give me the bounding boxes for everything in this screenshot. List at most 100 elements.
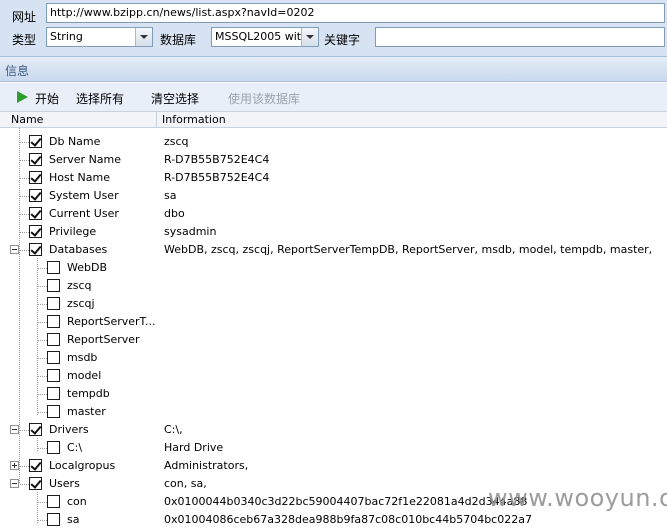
tree-row[interactable]: Server Name R-D7B55B752E4C4 xyxy=(0,151,667,169)
tree-connector xyxy=(20,214,29,215)
row-checkbox[interactable] xyxy=(47,369,60,382)
row-checkbox[interactable] xyxy=(29,171,42,184)
type-select[interactable]: String xyxy=(46,27,153,47)
url-label: 网址 xyxy=(12,10,37,24)
tree-connector xyxy=(38,520,47,521)
tree-connector xyxy=(38,394,47,395)
tree-row[interactable]: Host Name R-D7B55B752E4C4 xyxy=(0,169,667,187)
tree-row[interactable]: Current User dbo xyxy=(0,205,667,223)
chevron-down-icon[interactable] xyxy=(301,28,318,46)
url-input[interactable]: http://www.bzipp.cn/news/list.aspx?navId… xyxy=(46,3,665,23)
row-checkbox[interactable] xyxy=(47,387,60,400)
tree-row[interactable]: model xyxy=(0,367,667,385)
column-header-information[interactable]: Information xyxy=(162,113,226,126)
tree-connector xyxy=(38,448,47,449)
row-name: Current User xyxy=(49,207,119,220)
use-database-button[interactable]: 使用该数据库 xyxy=(228,90,300,107)
row-name: Host Name xyxy=(49,171,110,184)
row-checkbox[interactable] xyxy=(47,513,60,526)
tree-connector xyxy=(38,304,47,305)
tree-connector xyxy=(38,412,47,413)
start-button[interactable]: 开始 xyxy=(35,90,59,107)
row-name: Databases xyxy=(49,243,108,256)
keyword-input[interactable] xyxy=(375,27,665,47)
tree-row[interactable]: Drivers C:\, xyxy=(0,421,667,439)
collapse-icon[interactable] xyxy=(10,425,19,434)
row-name: zscq xyxy=(67,279,92,292)
tree-row[interactable]: tempdb xyxy=(0,385,667,403)
row-info: Administrators, xyxy=(164,459,249,472)
tree-row[interactable]: msdb xyxy=(0,349,667,367)
tree-connector xyxy=(38,286,47,287)
row-checkbox[interactable] xyxy=(29,225,42,238)
results-tree: Db Name zscq Server Name R-D7B55B752E4C4… xyxy=(0,128,667,529)
play-icon xyxy=(17,91,28,103)
row-checkbox[interactable] xyxy=(47,495,60,508)
select-all-button[interactable]: 选择所有 xyxy=(76,90,124,107)
tree-row[interactable]: zscq xyxy=(0,277,667,295)
tree-row[interactable]: ReportServer xyxy=(0,331,667,349)
column-header-name[interactable]: Name xyxy=(11,113,43,126)
keyword-label: 关键字 xyxy=(324,33,361,47)
section-title: 信息 xyxy=(5,64,30,78)
row-checkbox[interactable] xyxy=(47,261,60,274)
row-checkbox[interactable] xyxy=(47,279,60,292)
row-name: ReportServer xyxy=(67,333,140,346)
collapse-icon[interactable] xyxy=(10,479,19,488)
column-divider[interactable] xyxy=(156,112,157,127)
row-name: Db Name xyxy=(49,135,101,148)
row-name: model xyxy=(67,369,102,382)
row-name: Drivers xyxy=(49,423,89,436)
tree-row[interactable]: System User sa xyxy=(0,187,667,205)
row-checkbox[interactable] xyxy=(29,189,42,202)
query-panel: 网址 http://www.bzipp.cn/news/list.aspx?na… xyxy=(0,0,667,56)
row-checkbox[interactable] xyxy=(29,459,42,472)
row-checkbox[interactable] xyxy=(47,297,60,310)
database-label: 数据库 xyxy=(160,33,197,47)
row-checkbox[interactable] xyxy=(29,207,42,220)
row-checkbox[interactable] xyxy=(29,243,42,256)
tree-connector xyxy=(38,322,47,323)
tree-row[interactable]: WebDB xyxy=(0,259,667,277)
row-checkbox[interactable] xyxy=(29,423,42,436)
row-info: C:\, xyxy=(164,423,183,436)
tree-row[interactable]: sa 0x01004086ceb67a328dea988b9fa87c08c01… xyxy=(0,511,667,529)
tree-row[interactable]: Db Name zscq xyxy=(0,133,667,151)
row-info: R-D7B55B752E4C4 xyxy=(164,153,270,166)
row-info: R-D7B55B752E4C4 xyxy=(164,171,270,184)
type-label: 类型 xyxy=(12,33,37,47)
tree-row[interactable]: master xyxy=(0,403,667,421)
database-select[interactable]: MSSQL2005 with E xyxy=(211,27,319,47)
row-name: master xyxy=(67,405,106,418)
collapse-icon[interactable] xyxy=(10,245,19,254)
row-checkbox[interactable] xyxy=(47,441,60,454)
row-checkbox[interactable] xyxy=(47,315,60,328)
row-info: con, sa, xyxy=(164,477,207,490)
row-checkbox[interactable] xyxy=(29,477,42,490)
clear-selection-button[interactable]: 清空选择 xyxy=(151,90,199,107)
tree-row[interactable]: Localgropus Administrators, xyxy=(0,457,667,475)
tree-connector xyxy=(20,430,29,431)
tree-connector xyxy=(20,232,29,233)
tree-connector xyxy=(38,268,47,269)
tree-connector xyxy=(20,160,29,161)
watermark: www.wooyun.org xyxy=(488,484,667,512)
row-checkbox[interactable] xyxy=(29,153,42,166)
row-checkbox[interactable] xyxy=(47,351,60,364)
tree-connector xyxy=(20,466,29,467)
chevron-down-icon[interactable] xyxy=(135,28,152,46)
tree-row[interactable]: C:\ Hard Drive xyxy=(0,439,667,457)
tree-row[interactable]: Privilege sysadmin xyxy=(0,223,667,241)
expand-icon[interactable] xyxy=(10,461,19,470)
toolbar: 开始 选择所有 清空选择 使用该数据库 xyxy=(0,83,667,111)
tree-connector xyxy=(20,250,29,251)
row-checkbox[interactable] xyxy=(47,405,60,418)
tree-row[interactable]: ReportServerT... xyxy=(0,313,667,331)
row-name: Server Name xyxy=(49,153,122,166)
tree-row[interactable]: Databases WebDB, zscq, zscqj, ReportServ… xyxy=(0,241,667,259)
tree-connector xyxy=(38,376,47,377)
tree-row[interactable]: zscqj xyxy=(0,295,667,313)
row-checkbox[interactable] xyxy=(29,135,42,148)
tree-connector xyxy=(20,484,29,485)
row-checkbox[interactable] xyxy=(47,333,60,346)
